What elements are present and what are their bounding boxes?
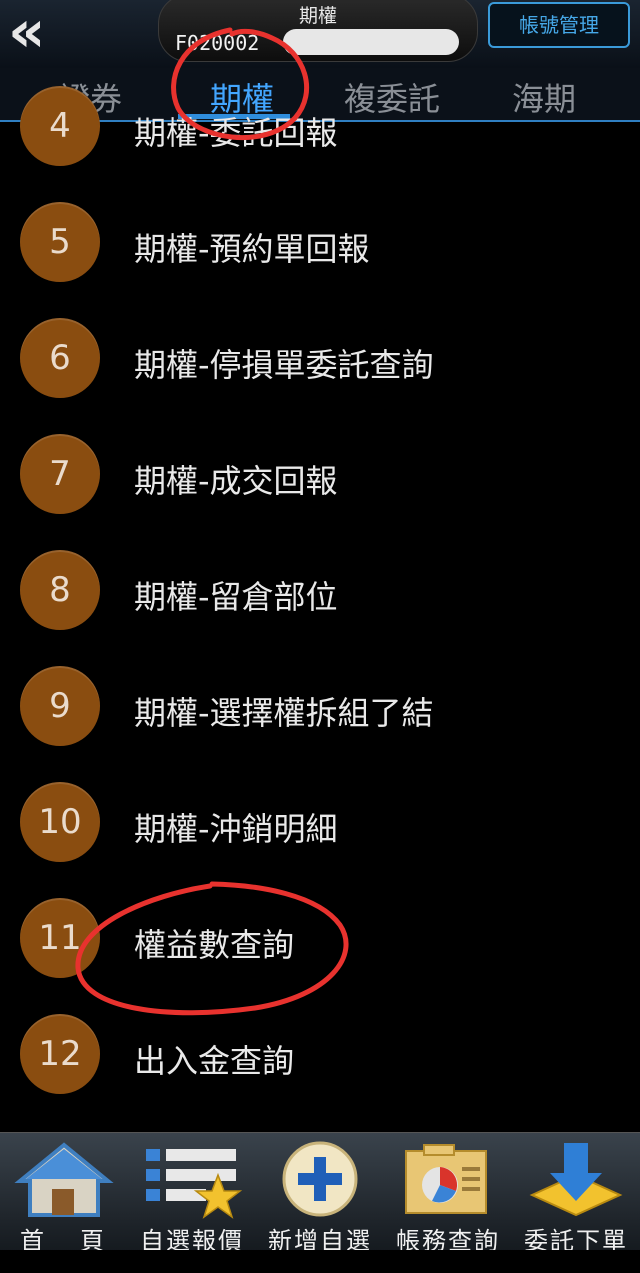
- menu-item-label: 期權-選擇權拆組了結: [134, 694, 434, 732]
- menu-item-label: 權益數查詢: [134, 926, 295, 964]
- menu-item-label: 期權-成交回報: [134, 462, 338, 500]
- redaction-mark: [283, 29, 459, 55]
- nav-watchlist[interactable]: 自選報價: [128, 1133, 256, 1255]
- menu-item-12[interactable]: 12 出入金查詢: [0, 1002, 640, 1112]
- menu-item-10[interactable]: 10 期權-沖銷明細: [0, 770, 640, 880]
- back-chevron-icon: «: [8, 0, 46, 65]
- menu-item-4[interactable]: 4 期權-委託回報: [0, 74, 640, 184]
- add-icon: [282, 1141, 358, 1217]
- account-selector[interactable]: 期權 F020002: [158, 0, 478, 62]
- menu-item-11[interactable]: 11 權益數查詢: [0, 886, 640, 996]
- menu-item-label: 期權-預約單回報: [134, 230, 370, 268]
- nav-place-order[interactable]: 委託下單: [512, 1133, 640, 1255]
- home-icon: [14, 1142, 114, 1217]
- menu-item-8[interactable]: 8 期權-留倉部位: [0, 538, 640, 648]
- menu-item-label: 期權-沖銷明細: [134, 810, 338, 848]
- back-button[interactable]: «: [8, 2, 70, 60]
- system-bottom-bar: [0, 1250, 640, 1273]
- bottom-navigation: 首頁 自選報價 新增自選 帳務查詢 委託下單: [0, 1132, 640, 1255]
- menu-number-badge: 5: [20, 202, 100, 282]
- menu-item-label: 期權-委託回報: [134, 114, 338, 152]
- menu-number-badge: 4: [20, 86, 100, 166]
- menu-item-label: 期權-停損單委託查詢: [134, 346, 434, 384]
- nav-home[interactable]: 首頁: [0, 1133, 128, 1255]
- account-manage-button[interactable]: 帳號管理: [488, 2, 630, 48]
- menu-number-badge: 12: [20, 1014, 100, 1094]
- account-title: 期權: [298, 5, 337, 27]
- account-id: F020002: [175, 31, 260, 55]
- menu-item-7[interactable]: 7 期權-成交回報: [0, 422, 640, 532]
- menu-number-badge: 8: [20, 550, 100, 630]
- menu-number-badge: 10: [20, 782, 100, 862]
- order-down-icon: [529, 1143, 623, 1217]
- menu-number-badge: 7: [20, 434, 100, 514]
- menu-item-label: 期權-留倉部位: [134, 578, 338, 616]
- menu-item-9[interactable]: 9 期權-選擇權拆組了結: [0, 654, 640, 764]
- menu-item-5[interactable]: 5 期權-預約單回報: [0, 190, 640, 300]
- watchlist-icon: [146, 1149, 243, 1219]
- menu-number-badge: 6: [20, 318, 100, 398]
- menu-number-badge: 9: [20, 666, 100, 746]
- nav-add-watch[interactable]: 新增自選: [256, 1133, 384, 1255]
- menu-number-badge: 11: [20, 898, 100, 978]
- nav-account-query[interactable]: 帳務查詢: [384, 1133, 512, 1255]
- menu-item-6[interactable]: 6 期權-停損單委託查詢: [0, 306, 640, 416]
- menu-item-label: 出入金查詢: [134, 1042, 295, 1080]
- top-header: « 期權 F020002 帳號管理: [0, 0, 640, 68]
- account-report-icon: [405, 1144, 487, 1214]
